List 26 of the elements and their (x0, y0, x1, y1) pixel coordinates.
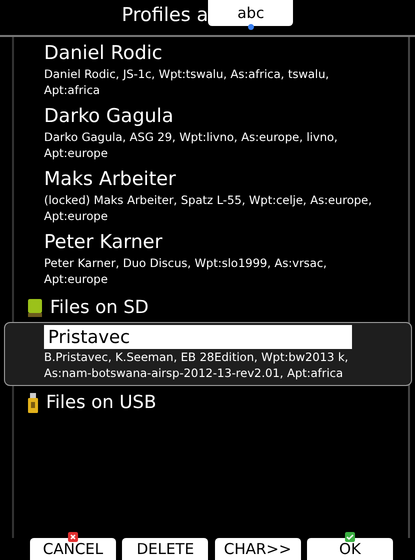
sd-card-icon (28, 298, 42, 316)
profile-name: Maks Arbeiter (44, 167, 177, 192)
profile-details: Peter Karner, Duo Discus, Wpt:slo1999, As:vrsac, Apt:europe (44, 255, 328, 287)
profile-details: (locked) Maks Arbeiter, Spatz L-55, Wpt:celje, As:europe, Apt:europe (44, 192, 373, 224)
close-icon (68, 532, 78, 542)
name-input-field[interactable]: Pristavec (44, 325, 352, 349)
list-item[interactable]: Daniel Rodic Daniel Rodic, JS-1c, Wpt:tswalu, As:africa, tswalu, Apt:africa (14, 39, 408, 102)
action-button[interactable]: DELETE (122, 538, 208, 560)
folder-label[interactable]: Files on USB (46, 392, 156, 413)
usb-stick-icon (28, 392, 38, 412)
profile-details: B.Pristavec, K.Seeman, EB 28Edition, Wpt:bw2013 k, As:nam-botswana-airsp-2012-13-rev2.01, Apt:africa (44, 349, 350, 381)
list-item[interactable]: Peter Karner Peter Karner, Duo Discus, Wpt:slo1999, As:vrsac, Apt:europe (14, 228, 408, 291)
profile-name: Daniel Rodic (44, 41, 164, 66)
profile-name: Darko Gagula (44, 104, 174, 129)
check-icon (344, 532, 355, 542)
profile-details: Darko Gagula, ASG 29, Wpt:livno, As:europe, livno, Apt:europe (44, 129, 339, 161)
folder-label[interactable]: Files on SD (50, 297, 149, 318)
action-button[interactable]: CHAR>> (214, 538, 301, 560)
cancel-button[interactable]: CANCEL (30, 538, 116, 560)
selected-list-item[interactable]: Pristavec B.Pristavec, K.Seeman, EB 28Edition, Wpt:bw2013 k, As:nam-botswana-airsp-2012-13-rev2.01, Apt:africa (4, 322, 412, 386)
window-title: Profiles a (122, 4, 208, 26)
ok-button[interactable]: OK (306, 538, 393, 560)
list-item[interactable]: Darko Gagula Darko Gagula, ASG 29, Wpt:livno, As:europe, livno, Apt:europe (14, 102, 408, 165)
profile-details: Daniel Rodic, JS-1c, Wpt:tswalu, As:africa, tswalu, Apt:africa (44, 66, 330, 98)
profile-name: Peter Karner (44, 230, 164, 255)
list-item[interactable]: Maks Arbeiter (locked) Maks Arbeiter, Spatz L-55, Wpt:celje, As:europe, Apt:europe (14, 165, 408, 228)
